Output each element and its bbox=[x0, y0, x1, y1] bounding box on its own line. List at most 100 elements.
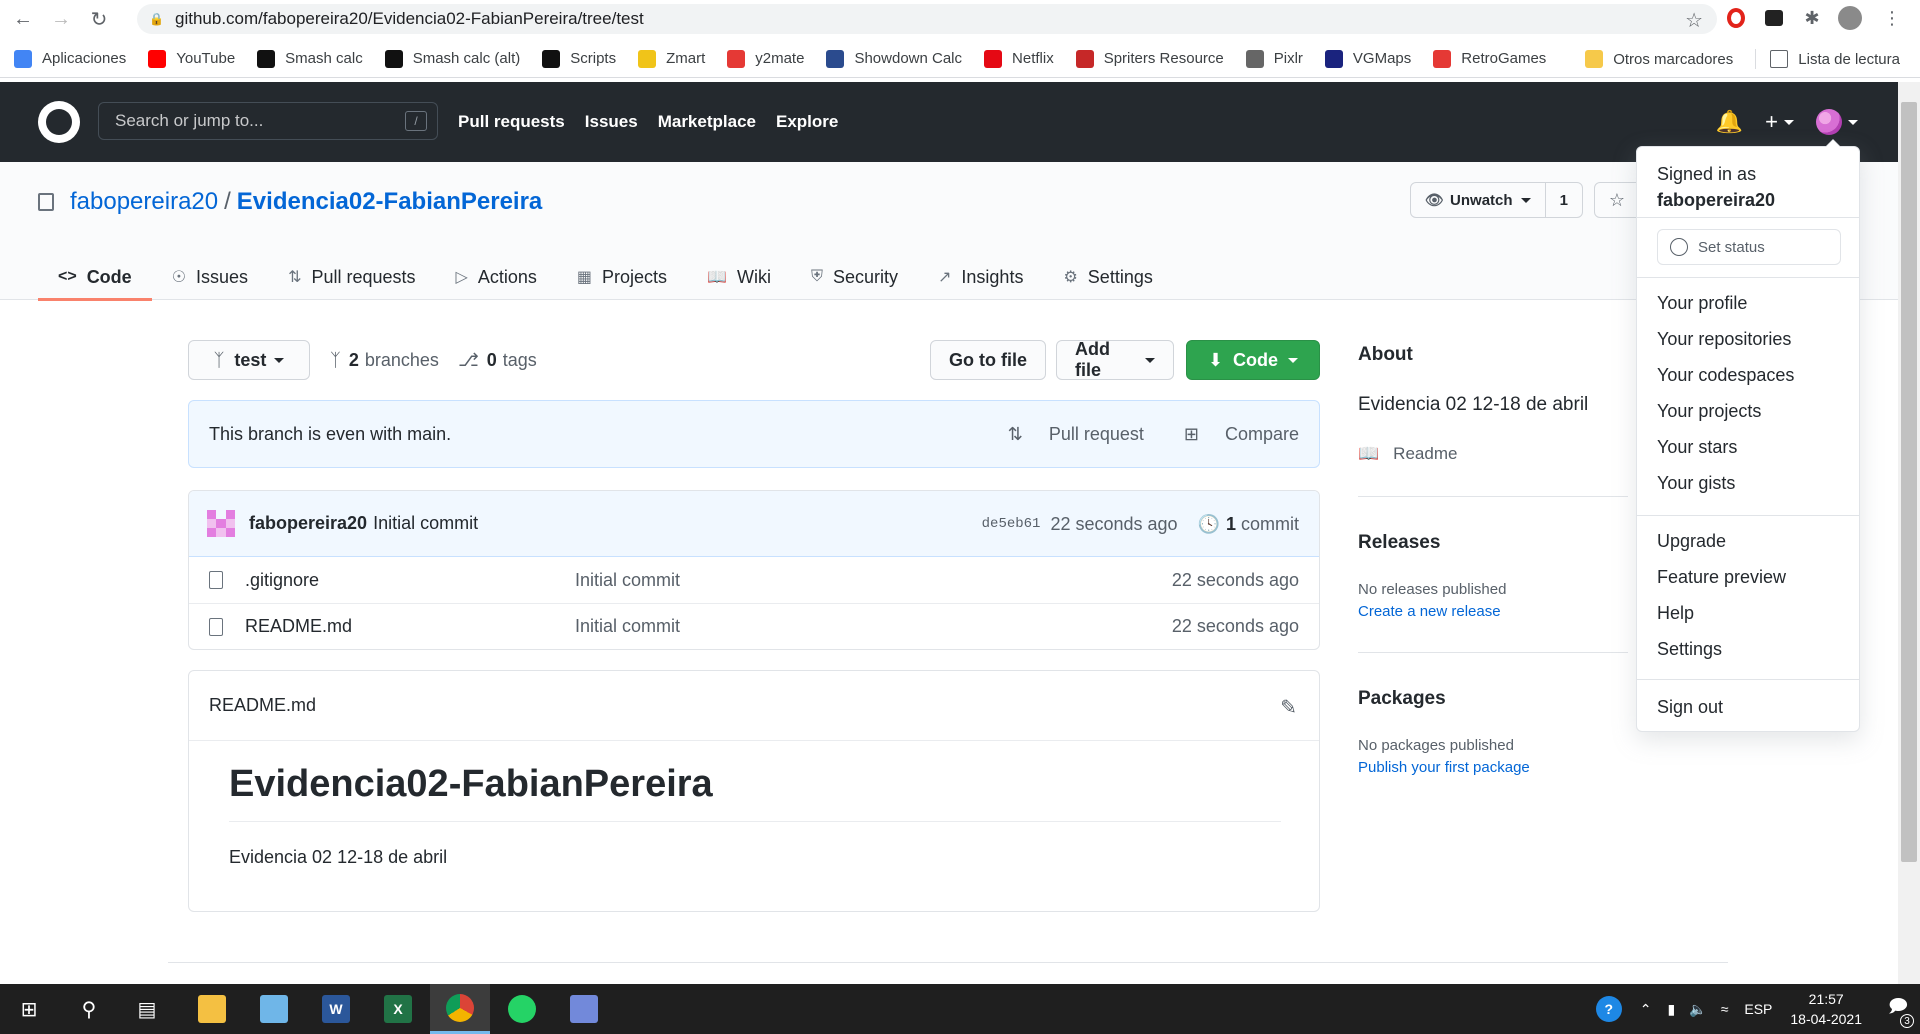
dropdown-your-gists[interactable]: Your gists bbox=[1657, 473, 1735, 494]
user-menu[interactable] bbox=[1816, 109, 1858, 135]
dropdown-your-codespaces[interactable]: Your codespaces bbox=[1657, 365, 1794, 386]
chrome-icon[interactable] bbox=[430, 984, 490, 1034]
excel-icon[interactable]: X bbox=[368, 984, 428, 1034]
search-icon[interactable]: ⚲ bbox=[74, 994, 104, 1024]
bell-icon[interactable]: 🔔 bbox=[1716, 109, 1743, 135]
code-button[interactable]: ⬇ Code bbox=[1186, 340, 1320, 380]
nav-explore[interactable]: Explore bbox=[776, 112, 838, 132]
dropdown-feature-preview[interactable]: Feature preview bbox=[1657, 567, 1786, 588]
bookmark-item[interactable]: Smash calc bbox=[257, 49, 363, 68]
bookmark-item[interactable]: Zmart bbox=[638, 49, 705, 68]
bookmark-item[interactable]: Spriters Resource bbox=[1075, 49, 1224, 68]
repo-name-link[interactable]: Evidencia02-FabianPereira bbox=[237, 188, 542, 216]
page-scrollbar[interactable] bbox=[1898, 82, 1920, 984]
file-explorer-icon[interactable] bbox=[182, 984, 242, 1034]
url-text[interactable]: github.com/fabopereira20/Evidencia02-Fab… bbox=[175, 9, 644, 29]
bookmark-item[interactable]: y2mate bbox=[727, 49, 804, 68]
file-name-link[interactable]: README.md bbox=[245, 616, 352, 637]
whatsapp-icon[interactable] bbox=[492, 984, 552, 1034]
wifi-icon[interactable]: ≈ bbox=[1721, 1001, 1729, 1017]
back-icon[interactable]: ← bbox=[8, 4, 38, 34]
go-to-file-button[interactable]: Go to file bbox=[930, 340, 1046, 380]
commit-message[interactable]: Initial commit bbox=[373, 513, 478, 534]
file-commit-message[interactable]: Initial commit bbox=[575, 570, 680, 591]
tags-link[interactable]: ⎇ 0 tags bbox=[458, 350, 537, 371]
file-name-link[interactable]: .gitignore bbox=[245, 570, 319, 591]
file-commit-message[interactable]: Initial commit bbox=[575, 616, 680, 637]
nav-marketplace[interactable]: Marketplace bbox=[658, 112, 756, 132]
windows-start-icon[interactable]: ⊞ bbox=[14, 994, 44, 1024]
profile-avatar-icon[interactable] bbox=[1838, 6, 1862, 30]
chevron-up-icon[interactable]: ⌃ bbox=[1640, 1001, 1652, 1018]
star-icon[interactable]: ☆ bbox=[1594, 182, 1640, 218]
readme-link[interactable]: 📖 Readme bbox=[1358, 444, 1457, 464]
create-new-menu[interactable]: + bbox=[1765, 109, 1794, 135]
tab-settings[interactable]: ⚙ Settings bbox=[1043, 254, 1172, 300]
bookmark-item[interactable]: Aplicaciones bbox=[14, 49, 126, 68]
tab-projects[interactable]: ▦ Projects bbox=[557, 254, 687, 300]
clock[interactable]: 21:57 18-04-2021 bbox=[1790, 989, 1862, 1029]
tab-pull-requests[interactable]: ⇅ Pull requests bbox=[268, 254, 435, 300]
search-input[interactable]: Search or jump to... / bbox=[98, 102, 438, 140]
pull-request-link[interactable]: ⇅ Pull request bbox=[988, 424, 1144, 445]
extension-icon[interactable] bbox=[1762, 6, 1786, 30]
bookmark-item[interactable]: Pixlr bbox=[1245, 49, 1303, 68]
watch-button[interactable]: 👁 Unwatch 1 bbox=[1410, 182, 1583, 218]
compare-link[interactable]: ⊞ Compare bbox=[1164, 424, 1299, 445]
dropdown-upgrade[interactable]: Upgrade bbox=[1657, 531, 1726, 552]
word-icon[interactable]: W bbox=[306, 984, 366, 1034]
dropdown-settings[interactable]: Settings bbox=[1657, 639, 1722, 660]
tab-code[interactable]: <> Code bbox=[38, 254, 152, 301]
tab-wiki[interactable]: 📖 Wiki bbox=[687, 254, 791, 300]
dropdown-your-profile[interactable]: Your profile bbox=[1657, 293, 1747, 314]
bookmark-item[interactable]: Showdown Calc bbox=[826, 49, 962, 68]
bookmark-item[interactable]: RetroGames bbox=[1433, 49, 1546, 68]
branch-select-button[interactable]: ᛉ test bbox=[188, 340, 310, 380]
author-avatar[interactable] bbox=[207, 509, 235, 538]
nav-pull-requests[interactable]: Pull requests bbox=[458, 112, 565, 132]
packages-title[interactable]: Packages bbox=[1358, 688, 1446, 710]
opera-extension-icon[interactable] bbox=[1724, 6, 1748, 30]
bookmark-item[interactable]: Netflix bbox=[984, 49, 1054, 68]
bookmark-item[interactable]: Scripts bbox=[542, 49, 616, 68]
commit-sha[interactable]: de5eb61 bbox=[982, 516, 1041, 532]
bookmark-item[interactable]: VGMaps bbox=[1324, 49, 1411, 68]
nav-issues[interactable]: Issues bbox=[585, 112, 638, 132]
other-bookmarks[interactable]: Otros marcadores bbox=[1585, 50, 1733, 68]
set-status-button[interactable]: Set status bbox=[1657, 229, 1841, 265]
add-file-button[interactable]: Add file bbox=[1056, 339, 1174, 380]
dropdown-help[interactable]: Help bbox=[1657, 603, 1694, 624]
address-bar[interactable]: 🔒 github.com/fabopereira20/Evidencia02-F… bbox=[137, 4, 1717, 34]
dropdown-your-repositories[interactable]: Your repositories bbox=[1657, 329, 1791, 350]
puzzle-extensions-icon[interactable]: ✱ bbox=[1800, 6, 1824, 30]
publish-package-link[interactable]: Publish your first package bbox=[1358, 759, 1530, 776]
tab-actions[interactable]: ▷ Actions bbox=[436, 254, 557, 300]
forward-icon[interactable]: → bbox=[46, 4, 76, 34]
help-icon[interactable]: ? bbox=[1595, 996, 1622, 1022]
reload-icon[interactable]: ↻ bbox=[84, 4, 114, 34]
notifications-icon[interactable]: 🗩 3 bbox=[1888, 994, 1914, 1028]
github-logo-icon[interactable] bbox=[38, 101, 80, 143]
language-indicator[interactable]: ESP bbox=[1744, 1001, 1772, 1017]
history-link[interactable]: 🕓 1 commit bbox=[1198, 514, 1299, 535]
pencil-icon[interactable]: ✎ bbox=[1280, 695, 1297, 720]
battery-icon[interactable]: ▮ bbox=[1668, 1001, 1676, 1018]
dropdown-your-projects[interactable]: Your projects bbox=[1657, 401, 1761, 422]
tab-issues[interactable]: ☉ Issues bbox=[152, 254, 268, 300]
branches-link[interactable]: ᛉ 2 branches bbox=[330, 350, 439, 371]
reading-list[interactable]: Lista de lectura bbox=[1770, 50, 1900, 68]
releases-title[interactable]: Releases bbox=[1358, 532, 1440, 554]
watch-count[interactable]: 1 bbox=[1544, 183, 1582, 217]
commit-author[interactable]: fabopereira20 bbox=[249, 513, 367, 534]
bookmark-item[interactable]: Smash calc (alt) bbox=[384, 49, 520, 68]
create-release-link[interactable]: Create a new release bbox=[1358, 603, 1501, 620]
dropdown-your-stars[interactable]: Your stars bbox=[1657, 437, 1737, 458]
volume-icon[interactable]: 🔈 bbox=[1689, 1001, 1706, 1018]
kebab-menu-icon[interactable]: ⋮ bbox=[1880, 6, 1904, 30]
repo-owner-link[interactable]: fabopereira20 bbox=[70, 188, 218, 216]
bookmark-item[interactable]: YouTube bbox=[148, 49, 235, 68]
tab-insights[interactable]: ↗ Insights bbox=[918, 254, 1043, 300]
task-view-icon[interactable]: ▤ bbox=[132, 994, 162, 1024]
signed-in-info[interactable]: Signed in as fabopereira20 bbox=[1657, 161, 1775, 213]
discord-icon[interactable] bbox=[554, 984, 614, 1034]
